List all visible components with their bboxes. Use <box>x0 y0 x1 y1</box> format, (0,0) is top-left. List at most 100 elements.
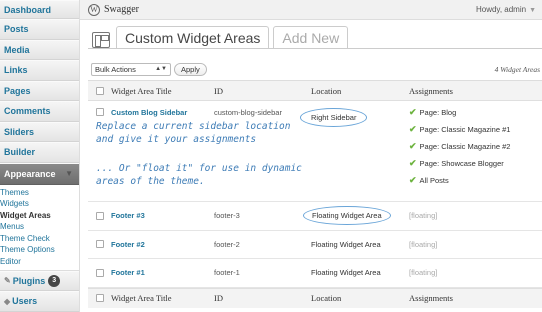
plugins-update-badge: 3 <box>48 274 61 287</box>
table-header: Widget Area Title ID Location Assignment… <box>88 81 542 101</box>
widget-areas-icon <box>92 32 110 48</box>
widget-area-assignment: [floating] <box>409 239 438 249</box>
menu-media[interactable]: Media <box>0 39 79 60</box>
header-id: ID <box>214 85 223 96</box>
assignment-label: Page: Showcase Blogger <box>419 159 504 168</box>
checkmark-icon: ✔ <box>409 141 417 151</box>
annotation-line-3: ... Or "float it" for use in dynamic <box>96 163 302 174</box>
menu-plugins[interactable]: ✎ Plugins 3 <box>0 270 79 292</box>
widget-area-id: footer-3 <box>214 211 240 221</box>
appearance-submenu: Themes Widgets Widget Areas Menus Theme … <box>0 184 79 271</box>
bulk-actions-select[interactable]: Bulk Actions ▲▼ <box>91 62 171 76</box>
user-menu[interactable]: Howdy, admin ▼ <box>476 5 536 14</box>
admin-sidebar: Dashboard Posts Media Links Pages Commen… <box>0 0 80 312</box>
caret-down-icon: ▼ <box>529 7 536 14</box>
checkmark-icon: ✔ <box>409 124 417 134</box>
wordpress-logo-icon: W <box>88 3 100 16</box>
assignment-label: All Posts <box>419 176 449 185</box>
submenu-theme-options[interactable]: Theme Options <box>0 244 79 256</box>
bulk-actions-row: Bulk Actions ▲▼ Apply 4 Widget Areas <box>91 62 542 76</box>
assignment-item: ✔ All Posts <box>409 172 542 189</box>
menu-comments[interactable]: Comments <box>0 101 79 122</box>
row-checkbox[interactable] <box>95 240 104 249</box>
menu-posts[interactable]: Posts <box>0 19 79 40</box>
annotation-line-2: and give it your assignments <box>96 134 257 145</box>
checkmark-icon: ✔ <box>409 158 417 168</box>
menu-builder[interactable]: Builder <box>0 142 79 163</box>
submenu-widget-areas[interactable]: Widget Areas <box>0 210 79 222</box>
submenu-theme-check[interactable]: Theme Check <box>0 233 79 245</box>
widget-area-title-link[interactable]: Footer #1 <box>111 268 214 277</box>
submenu-widgets[interactable]: Widgets <box>0 198 79 210</box>
header-location: Location <box>311 85 342 96</box>
annotation-line-4: areas of the theme. <box>96 176 205 187</box>
widget-area-location: Floating Widget Area <box>312 211 382 221</box>
widget-area-assignment: [floating] <box>409 268 438 278</box>
assignment-item: ✔ Page: Showcase Blogger <box>409 155 542 172</box>
assignment-item: ✔ Page: Blog <box>409 104 542 121</box>
menu-appearance[interactable]: Appearance ▼ <box>0 162 79 185</box>
tab-divider <box>88 48 542 49</box>
widget-area-title-link[interactable]: Footer #3 <box>111 211 214 220</box>
row-checkbox[interactable] <box>95 108 104 116</box>
footer-assignments: Assignments <box>409 293 453 303</box>
tab-add-new[interactable]: Add New <box>273 26 349 48</box>
widget-area-title-link[interactable]: Footer #2 <box>111 240 214 249</box>
select-arrows-icon: ▲▼ <box>155 66 167 72</box>
menu-users-label: Users <box>12 296 38 307</box>
submenu-editor[interactable]: Editor <box>0 256 79 268</box>
widget-area-title-link[interactable]: Custom Blog Sidebar <box>111 108 214 117</box>
howdy-text: Howdy, admin <box>475 5 527 14</box>
menu-pages[interactable]: Pages <box>0 80 79 101</box>
assignment-item: ✔ Page: Classic Magazine #2 <box>409 138 542 155</box>
menu-appearance-label: Appearance <box>4 168 56 179</box>
assignment-label: Page: Blog <box>419 108 457 117</box>
menu-dashboard[interactable]: Dashboard <box>0 0 79 19</box>
menu-sliders[interactable]: Sliders <box>0 121 79 142</box>
footer-title[interactable]: Widget Area Title <box>111 293 214 303</box>
apply-button[interactable]: Apply <box>174 62 207 76</box>
widget-area-id: footer-1 <box>214 268 240 278</box>
widget-area-location: Floating Widget Area <box>311 268 381 278</box>
tab-custom-widget-areas[interactable]: Custom Widget Areas <box>116 26 270 48</box>
footer-location: Location <box>311 293 342 303</box>
menu-links[interactable]: Links <box>0 60 79 81</box>
row-checkbox[interactable] <box>95 268 104 277</box>
annotation-line-1: Replace a current sidebar location <box>96 121 291 132</box>
assignment-list: ✔ Page: Blog ✔ Page: Classic Magazine #1 ✔… <box>409 104 542 189</box>
widget-area-location: Right Sidebar <box>311 113 357 122</box>
assignment-label: Page: Classic Magazine #2 <box>419 142 511 151</box>
bulk-actions-value: Bulk Actions <box>95 64 136 74</box>
widget-area-id: custom-blog-sidebar <box>214 108 282 117</box>
page-title-bar: Custom Widget Areas Add New <box>92 26 352 48</box>
plug-icon: ✎ <box>4 276 11 286</box>
submenu-menus[interactable]: Menus <box>0 221 79 233</box>
widget-area-count: 4 Widget Areas <box>494 64 540 74</box>
menu-users[interactable]: ◆ Users <box>0 291 79 312</box>
table-row: Footer #3 footer-3 Floating Widget Area … <box>88 202 542 231</box>
menu-plugins-label: Plugins <box>12 275 46 286</box>
submenu-themes[interactable]: Themes <box>0 187 79 199</box>
select-all-checkbox[interactable] <box>95 86 104 95</box>
checkmark-icon: ✔ <box>409 107 417 117</box>
widget-areas-table: Widget Area Title ID Location Assignment… <box>88 80 542 308</box>
menu-arrow-icon: ▼ <box>65 169 73 178</box>
users-icon: ◆ <box>4 296 11 306</box>
site-title[interactable]: Swagger <box>104 4 139 15</box>
widget-area-location: Floating Widget Area <box>311 239 381 249</box>
admin-header: W Swagger Howdy, admin ▼ <box>80 0 542 20</box>
assignment-item: ✔ Page: Classic Magazine #1 <box>409 121 542 138</box>
footer-id: ID <box>214 293 223 303</box>
table-footer: Widget Area Title ID Location Assignment… <box>88 287 542 308</box>
location-highlight: Floating Widget Area <box>303 206 391 226</box>
location-highlight: Right Sidebar <box>300 108 368 127</box>
row-checkbox[interactable] <box>95 211 104 220</box>
checkmark-icon: ✔ <box>409 175 417 185</box>
widget-area-id: footer-2 <box>214 239 240 249</box>
table-row: Footer #1 footer-1 Floating Widget Area … <box>88 259 542 288</box>
table-row: Footer #2 footer-2 Floating Widget Area … <box>88 231 542 259</box>
widget-area-assignment: [floating] <box>409 211 438 221</box>
select-all-checkbox[interactable] <box>95 294 104 302</box>
header-title[interactable]: Widget Area Title <box>111 86 214 96</box>
assignment-label: Page: Classic Magazine #1 <box>419 125 511 134</box>
